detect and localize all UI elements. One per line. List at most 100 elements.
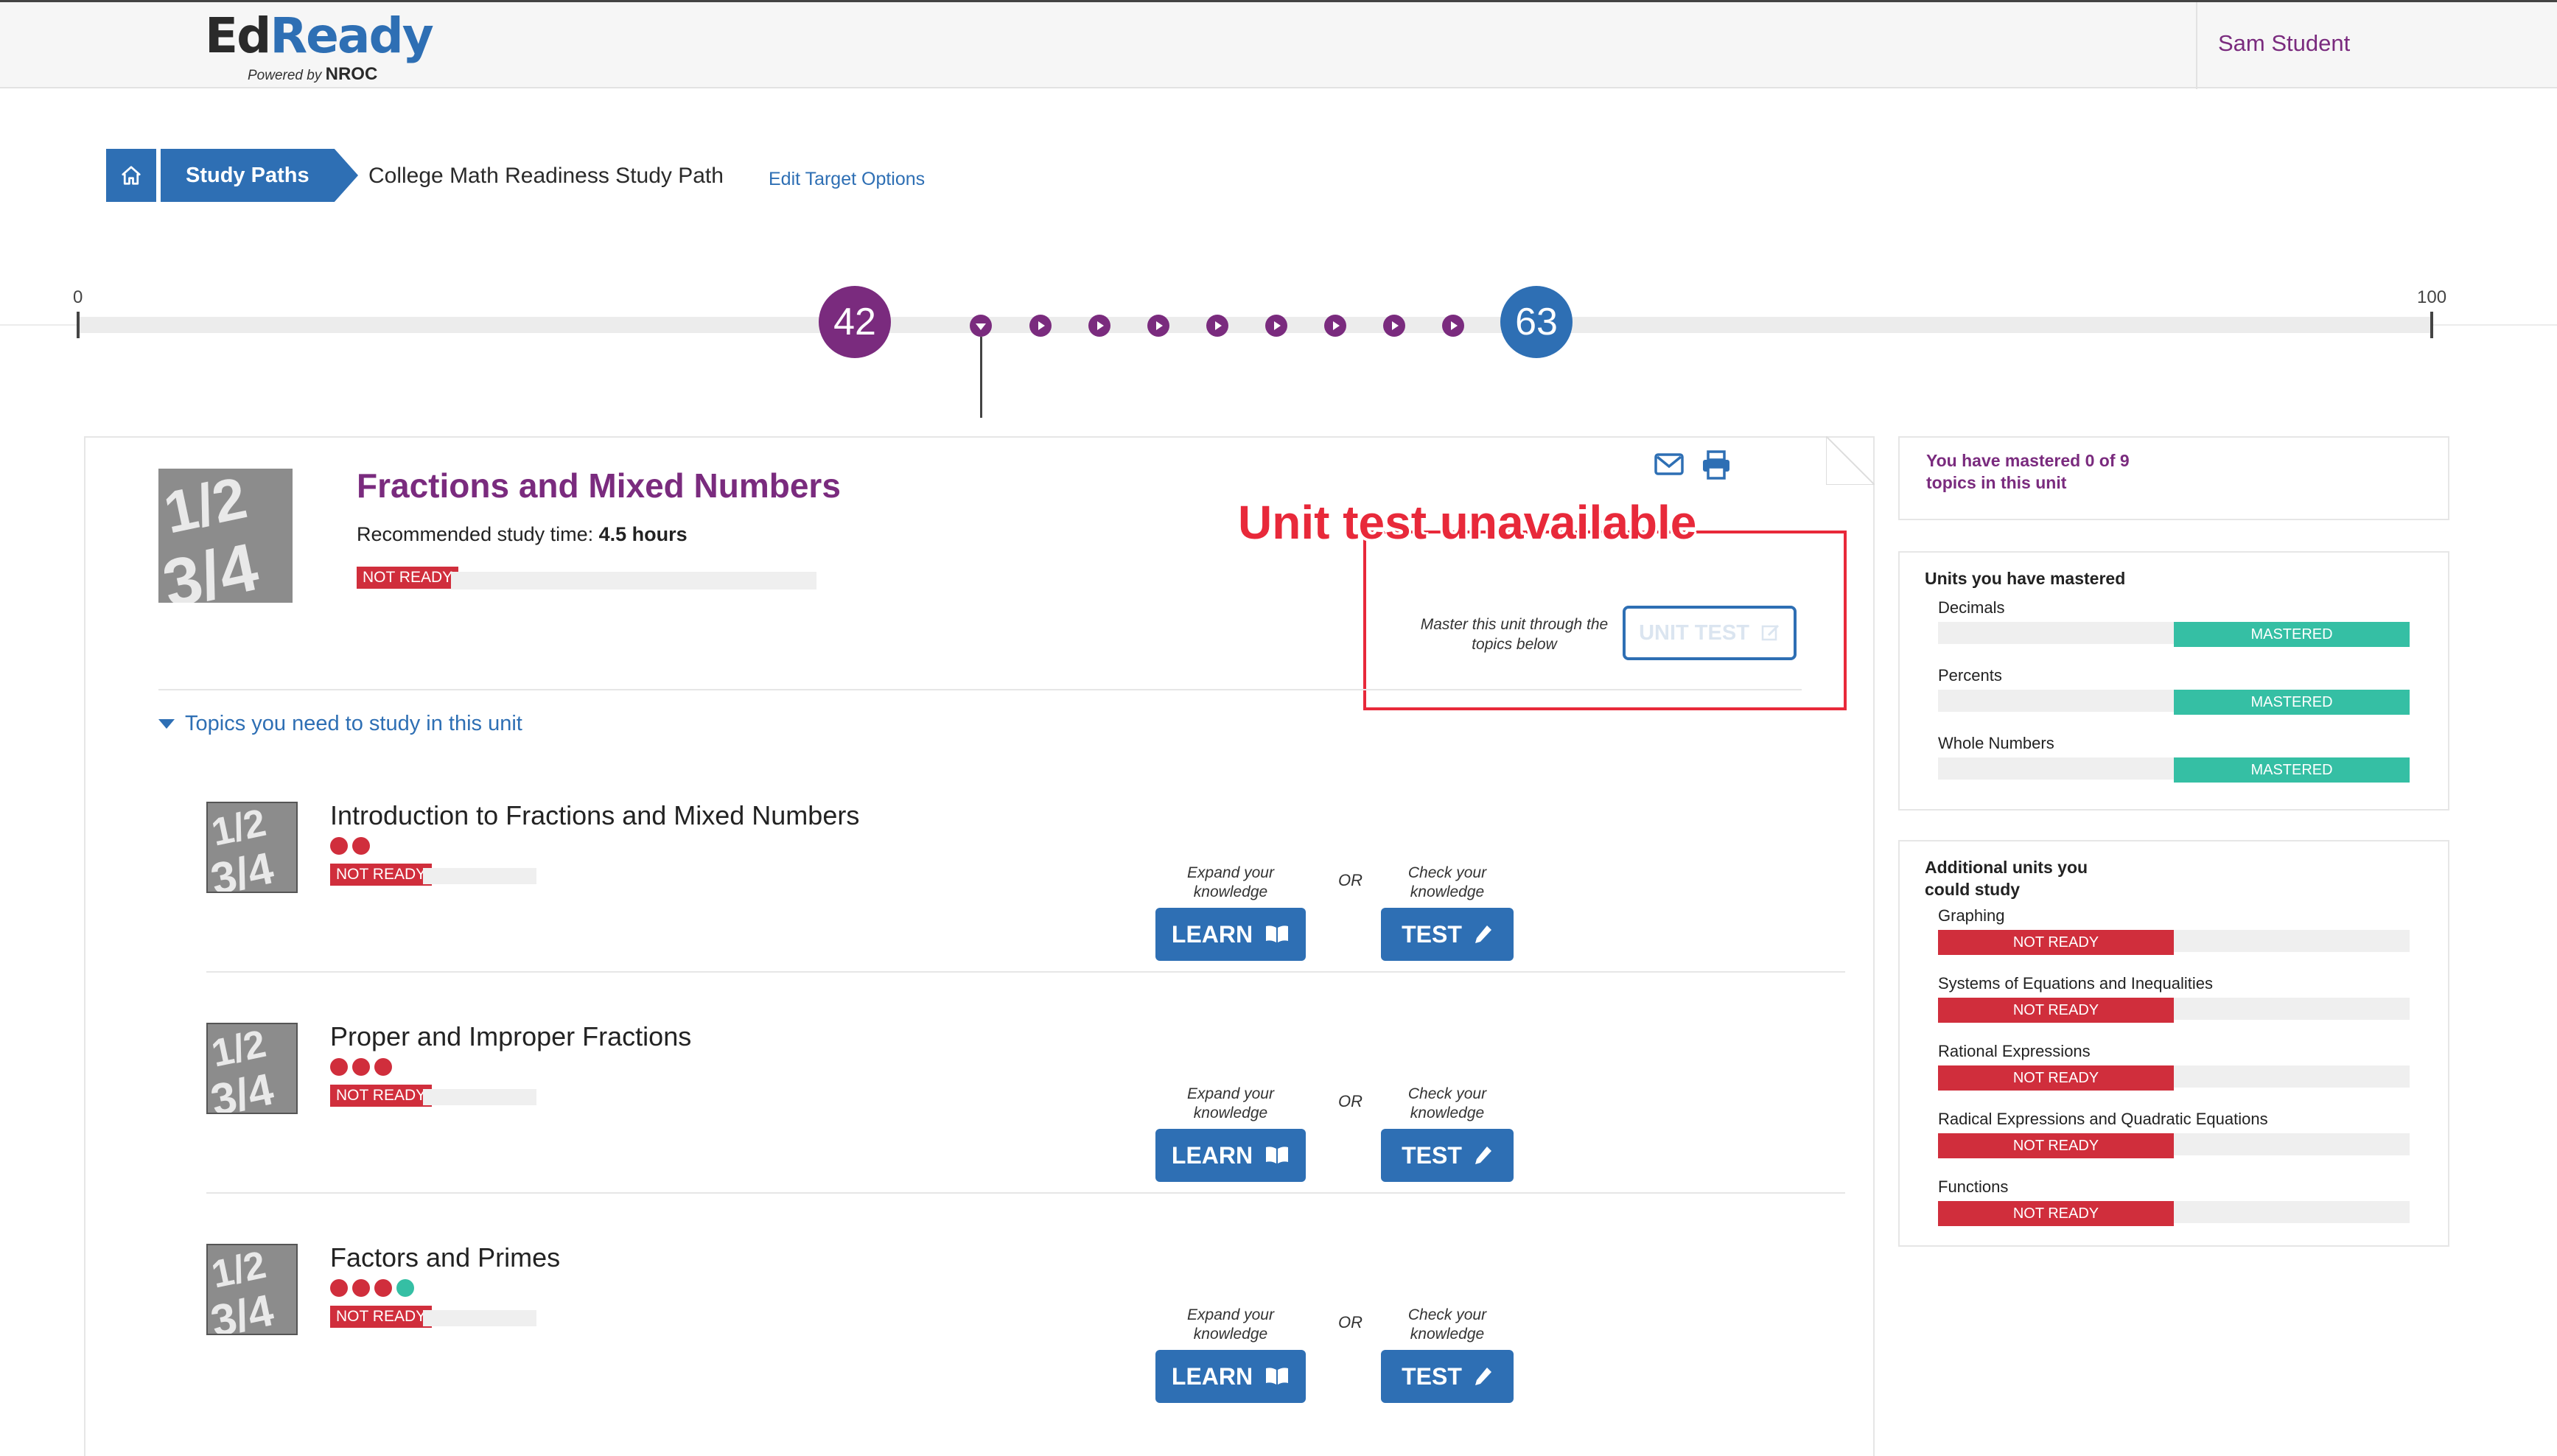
additional-unit-row[interactable]: Systems of Equations and Inequalities NO… [1938, 974, 2410, 1033]
topic-title[interactable]: Factors and Primes [330, 1242, 560, 1273]
status-badge: MASTERED [2174, 690, 2410, 715]
unit-name: Whole Numbers [1938, 734, 2054, 752]
study-step-current[interactable] [970, 315, 992, 337]
play-icon [1451, 321, 1458, 330]
topic-title[interactable]: Introduction to Fractions and Mixed Numb… [330, 800, 859, 831]
additional-unit-row[interactable]: Radical Expressions and Quadratic Equati… [1938, 1110, 2410, 1169]
topics-toggle[interactable]: Topics you need to study in this unit [158, 712, 522, 736]
current-step-pointer [980, 337, 982, 418]
mastered-unit-row[interactable]: Whole Numbers MASTERED [1938, 734, 2410, 793]
study-step[interactable] [1442, 315, 1464, 337]
header-divider [2196, 2, 2197, 89]
test-button[interactable]: TEST [1381, 1129, 1514, 1182]
study-step[interactable] [1147, 315, 1169, 337]
unit-name: Rational Expressions [1938, 1042, 2091, 1060]
mastery-dot [374, 1058, 392, 1076]
breadcrumb-study-paths[interactable]: Study Paths [161, 149, 358, 202]
study-step[interactable] [1324, 315, 1346, 337]
test-hint: Check your knowledge [1407, 864, 1487, 900]
topic-row: 1/2 3/4 Proper and Improper Fractions NO… [206, 1021, 1845, 1244]
breadcrumb-current: College Math Readiness Study Path [368, 164, 724, 188]
app-header: EdReady Powered by NROC Sam Student [0, 0, 2557, 89]
status-badge: NOT READY [1938, 998, 2174, 1023]
or-separator: OR [1338, 1313, 1363, 1331]
track-max-label: 100 [2417, 287, 2447, 307]
mastered-units-title: Units you have mastered [1925, 569, 2126, 588]
topic-thumbnail: 1/2 3/4 [206, 1023, 298, 1114]
additional-unit-row[interactable]: Rational Expressions NOT READY [1938, 1042, 2410, 1101]
unit-name: Decimals [1938, 598, 2005, 617]
fraction-image-icon: 1/2 3/4 [208, 1024, 296, 1113]
learn-hint: Expand your knowledge [1187, 864, 1274, 900]
mastery-dot [352, 837, 370, 855]
or-separator: OR [1338, 871, 1363, 889]
learn-hint: Expand your knowledge [1187, 1306, 1274, 1343]
track-min-tick [77, 312, 80, 338]
mastery-dot [352, 1058, 370, 1076]
test-button[interactable]: TEST [1381, 1350, 1514, 1403]
study-step[interactable] [1206, 315, 1228, 337]
test-button[interactable]: TEST [1381, 908, 1514, 961]
status-badge: NOT READY [1938, 930, 2174, 955]
or-separator: OR [1338, 1092, 1363, 1110]
logo-powered-by: Powered by NROC [248, 64, 378, 84]
mastered-unit-row[interactable]: Decimals MASTERED [1938, 598, 2410, 657]
page-fold-icon [1826, 436, 1875, 485]
play-icon [1097, 321, 1104, 330]
topic-progress-bar [423, 868, 536, 884]
unit-name: Radical Expressions and Quadratic Equati… [1938, 1110, 2268, 1128]
annotation-connector [1701, 531, 1847, 533]
mastery-dot [330, 1279, 348, 1297]
pencil-icon [1475, 925, 1491, 943]
status-badge: MASTERED [2174, 622, 2410, 647]
topic-status-badge: NOT READY [330, 1306, 433, 1328]
test-label: TEST [1402, 1362, 1462, 1390]
unit-name: Graphing [1938, 906, 2005, 925]
mastery-dot [330, 837, 348, 855]
study-step[interactable] [1088, 315, 1110, 337]
book-icon [1266, 1368, 1289, 1385]
track-min-label: 0 [73, 287, 83, 307]
topic-mastery-dots [330, 1058, 392, 1076]
target-score-badge: 63 [1500, 286, 1573, 358]
play-icon [1274, 321, 1281, 330]
additional-unit-row[interactable]: Graphing NOT READY [1938, 906, 2410, 965]
user-menu[interactable]: Sam Student [2218, 30, 2350, 57]
learn-button[interactable]: LEARN [1155, 908, 1306, 961]
study-step[interactable] [1265, 315, 1287, 337]
topic-divider [206, 1192, 1845, 1194]
learn-button[interactable]: LEARN [1155, 1350, 1306, 1403]
current-score-badge: 42 [819, 286, 891, 358]
home-icon [122, 166, 141, 185]
pencil-icon [1475, 1368, 1491, 1385]
additional-unit-row[interactable]: Functions NOT READY [1938, 1177, 2410, 1236]
fraction-image-icon: 1/2 3/4 [208, 1245, 296, 1334]
edready-logo[interactable]: EdReady Powered by NROC [205, 7, 434, 85]
mastery-dot [330, 1058, 348, 1076]
play-icon [1333, 321, 1340, 330]
email-icon[interactable] [1654, 452, 1684, 477]
learn-hint: Expand your knowledge [1187, 1085, 1274, 1121]
learn-label: LEARN [1171, 1362, 1253, 1390]
mastered-unit-row[interactable]: Percents MASTERED [1938, 666, 2410, 725]
topic-title[interactable]: Proper and Improper Fractions [330, 1021, 691, 1052]
status-badge: NOT READY [1938, 1133, 2174, 1158]
topic-mastery-dots [330, 837, 370, 855]
pencil-icon [1475, 1147, 1491, 1164]
study-step[interactable] [1383, 315, 1405, 337]
mastery-dot [352, 1279, 370, 1297]
mastery-dot-mastered [396, 1279, 414, 1297]
master-unit-note: Master this unit through the topics belo… [1420, 616, 1609, 653]
recommended-study-time: Recommended study time: 4.5 hours [357, 523, 688, 545]
unit-name: Percents [1938, 666, 2002, 685]
topic-status-badge: NOT READY [330, 864, 433, 886]
unit-test-button[interactable]: UNIT TEST [1623, 606, 1797, 660]
print-icon[interactable] [1701, 449, 1732, 480]
unit-name: Systems of Equations and Inequalities [1938, 974, 2214, 993]
learn-button[interactable]: LEARN [1155, 1129, 1306, 1182]
annotation-label: Unit test unavailable [1238, 496, 1697, 549]
logo-ready-text: Ready [270, 7, 433, 64]
breadcrumb-home[interactable] [106, 149, 156, 202]
study-step[interactable] [1029, 315, 1052, 337]
edit-target-options-link[interactable]: Edit Target Options [769, 169, 925, 190]
